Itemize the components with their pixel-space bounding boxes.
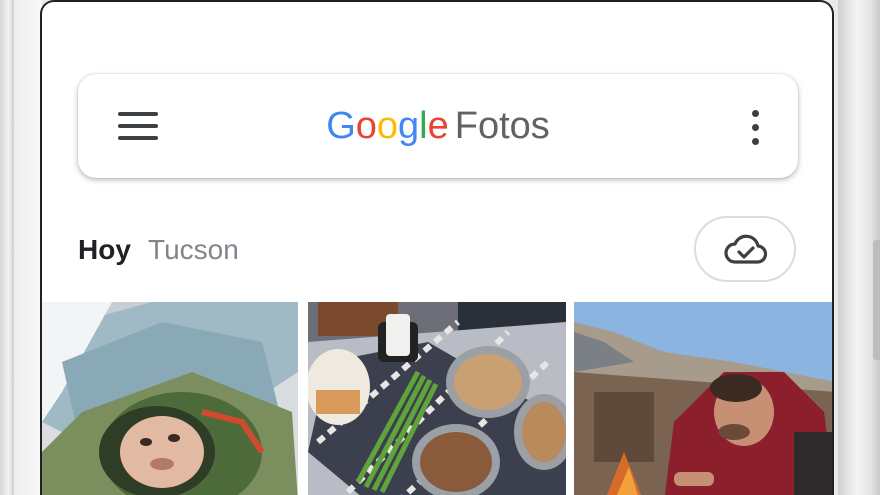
more-vert-icon[interactable] [748,108,762,148]
brand-letter: o [376,105,399,147]
photo-thumbnail[interactable] [42,302,298,495]
cloud-done-icon [724,234,768,264]
app-logo: Google Fotos [78,104,798,148]
backup-status-button[interactable] [694,216,796,282]
brand-letter: G [326,105,356,147]
section-date-label: Hoy [78,234,131,265]
photo-campfire-man [574,302,832,495]
photo-food-blanket [308,302,566,495]
phone-screen: Google Fotos Hoy Tucson [40,0,834,495]
photo-tent-selfie [42,302,298,495]
photo-thumbnail[interactable] [308,302,566,495]
top-app-bar: Google Fotos [78,74,798,178]
device-bezel-inner [14,0,42,495]
section-location-label: Tucson [148,234,239,265]
photo-thumbnail[interactable] [574,302,832,495]
google-wordmark: Google [326,105,449,147]
brand-letter: o [355,105,377,147]
brand-letter: l [419,105,428,147]
brand-letter: e [427,105,449,147]
product-name: Fotos [454,105,550,147]
brand-letter: g [398,105,420,147]
device-side-button [873,240,880,360]
device-bezel-left [0,0,14,495]
